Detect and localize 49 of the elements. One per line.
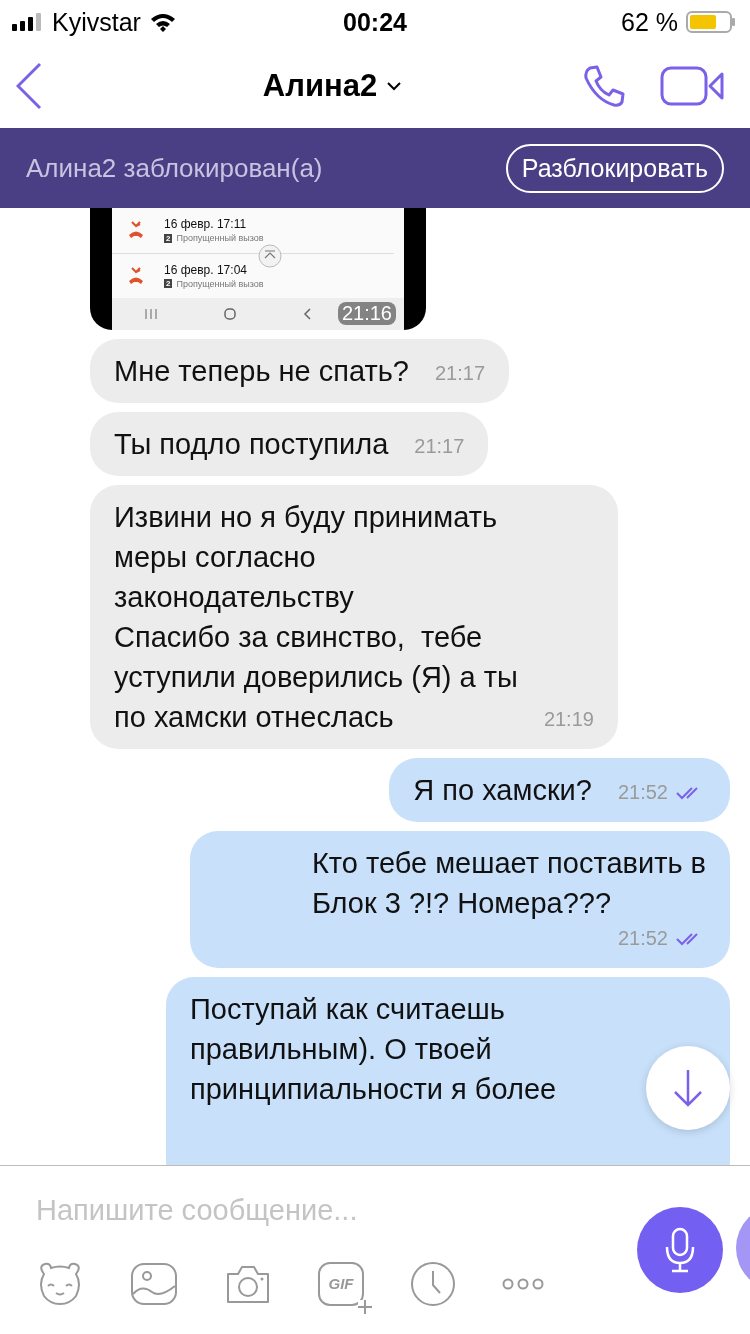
chevron-down-icon[interactable] <box>387 81 402 91</box>
message-text: Я по хамски? <box>413 773 592 808</box>
chat-title[interactable]: Алина2 <box>262 68 378 104</box>
video-camera-icon[interactable] <box>660 66 724 106</box>
phone-icon[interactable] <box>582 64 626 108</box>
message-text: Поступай как считаешь правильным). О твоей принципиальности я более <box>190 992 557 1107</box>
message-text: Извини но я буду принимать меры согласно законодательству Спасибо за свинство, тебе уступили доверились (Я) а ты по хамски отнеслась <box>114 500 518 735</box>
message-text: Мне теперь не спать? <box>114 354 409 389</box>
signal-icon <box>12 13 44 31</box>
home-icon <box>224 308 236 321</box>
call-date: 16 февр. 17:04 <box>164 262 248 277</box>
back-icon[interactable] <box>16 62 42 110</box>
carrier-name: Kyivstar <box>52 7 141 37</box>
clock-icon[interactable] <box>410 1260 456 1307</box>
screenshot-image[interactable]: 16 февр. 17:11 2 Пропущенный вызов 16 февр. 17:04 2 Пропущенный вызов 21:16 <box>90 208 426 330</box>
battery-icon <box>686 11 736 33</box>
arrow-down-icon <box>673 1069 703 1107</box>
message-text: Кто тебе мешает поставить в Блок 3 ?!? Номера??? <box>311 846 706 921</box>
call-date: 16 февр. 17:11 <box>164 217 248 232</box>
message-time: 21:52 <box>617 781 668 804</box>
clock-time: 00:24 <box>343 7 407 37</box>
back-icon <box>302 308 311 321</box>
message-bubble[interactable]: Ты подло поступила 21:17 <box>90 412 489 476</box>
recents-icon <box>145 309 158 320</box>
message-time: 21:52 <box>617 927 668 950</box>
message-input[interactable]: Напишите сообщение... <box>36 1193 596 1227</box>
call-count: 2 <box>164 233 173 243</box>
missed-call-icon <box>128 221 144 240</box>
message-bubble[interactable]: Извини но я буду принимать меры согласно законодательству Спасибо за свинство, тебе уступили доверились (Я) а ты по хамски отнеслась 21:19 <box>90 485 618 749</box>
message-bubble[interactable]: Поступай как считаешь правильным). О твоей принципиальности я более <box>166 977 730 1165</box>
message-bubble[interactable]: Мне теперь не спать? 21:17 <box>90 339 510 403</box>
message-time: 21:19 <box>543 708 594 731</box>
message-time: 21:17 <box>435 362 486 385</box>
call-label: Пропущенный вызов <box>176 233 264 244</box>
call-count: 2 <box>164 279 173 289</box>
more-icon[interactable] <box>502 1277 544 1290</box>
message-time: 21:17 <box>414 435 465 458</box>
battery-percent: 62 % <box>621 7 678 37</box>
message-text: Ты подло поступила <box>114 427 389 462</box>
message-bubble[interactable]: Я по хамски? 21:52 <box>389 758 730 822</box>
gallery-icon[interactable] <box>130 1261 178 1306</box>
missed-call-icon <box>128 266 144 285</box>
message-bubble[interactable]: Кто тебе мешает поставить в Блок 3 ?!? Номера??? 21:52 <box>190 831 730 968</box>
microphone-icon <box>664 1227 696 1273</box>
unblock-button[interactable]: Разблокировать <box>505 143 724 193</box>
message-time: 21:16 <box>337 302 396 325</box>
blocked-notice: Алина2 заблокирован(а) <box>26 152 323 184</box>
scroll-up-icon <box>258 244 282 268</box>
call-label: Пропущенный вызов <box>176 278 264 289</box>
